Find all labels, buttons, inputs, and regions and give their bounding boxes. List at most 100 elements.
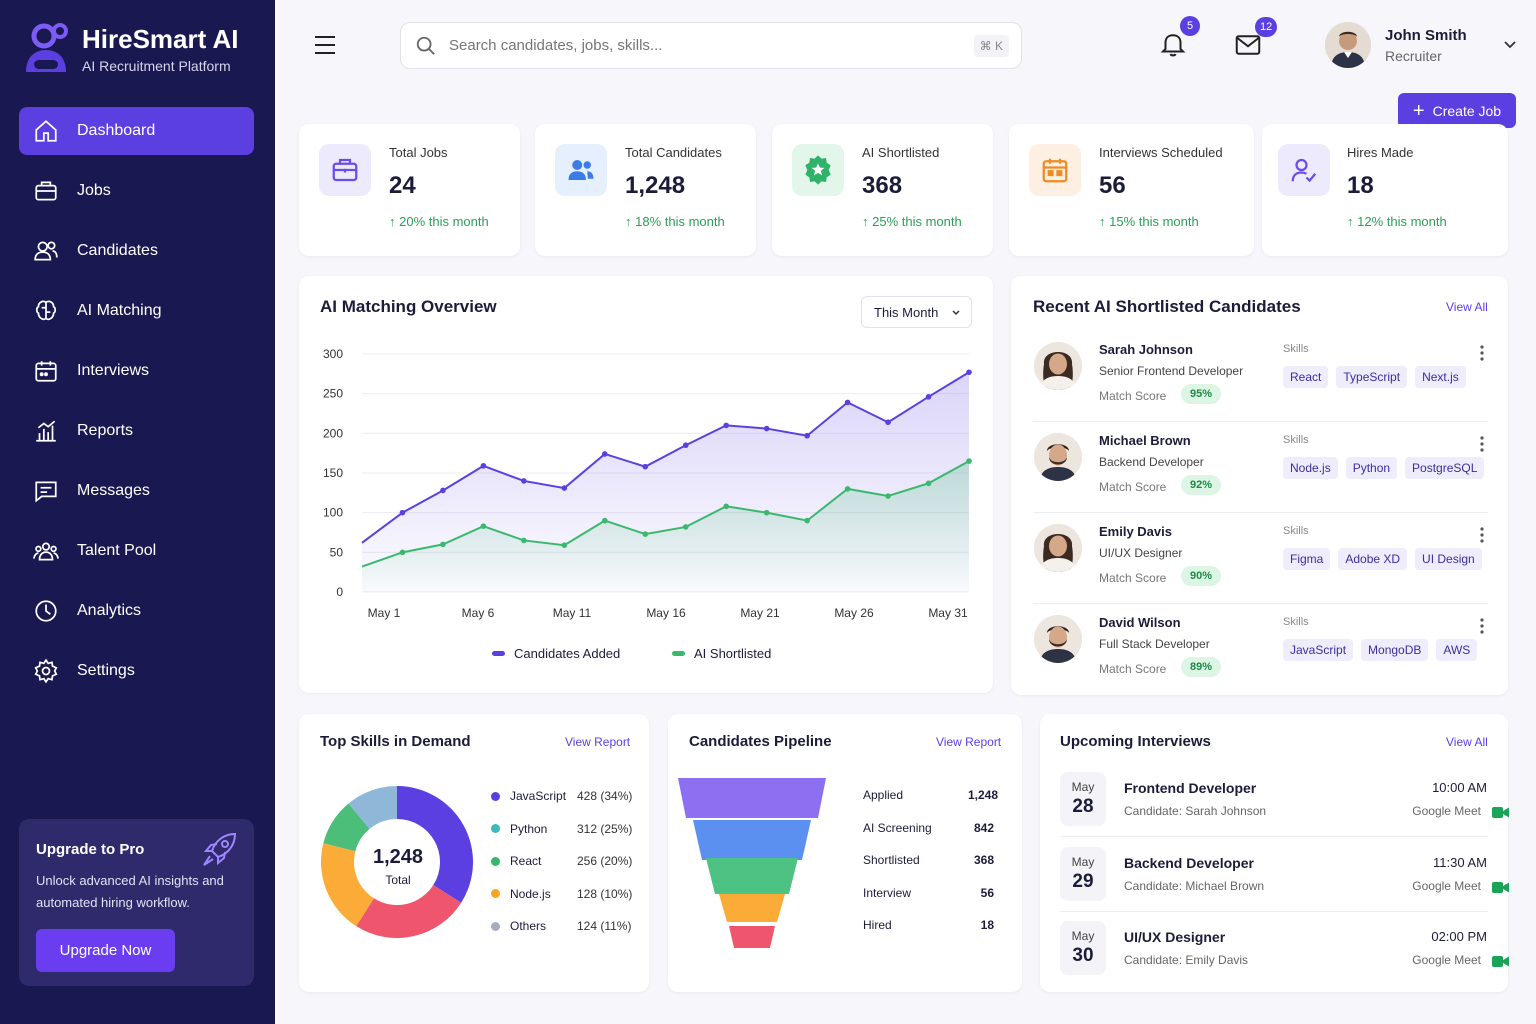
stat-change-text: 18% this month: [635, 214, 725, 229]
upgrade-now-button[interactable]: Upgrade Now: [36, 929, 175, 972]
period-dropdown[interactable]: This Month: [861, 296, 972, 328]
pipeline-stage-name: Interview: [863, 885, 912, 900]
interviews-view-all-link[interactable]: View All: [1446, 735, 1488, 749]
more-options-button[interactable]: [1479, 435, 1485, 453]
data-point: [480, 523, 487, 529]
user-menu[interactable]: John Smith Recruiter: [1325, 22, 1517, 68]
stat-value: 56: [1099, 172, 1126, 199]
y-tick-label: 300: [323, 347, 343, 361]
kebab-menu-icon: [1480, 618, 1484, 634]
search-input[interactable]: [449, 37, 929, 54]
stat-card-interviews-scheduled[interactable]: Interviews Scheduled 56 ↑ 15% this month: [1009, 124, 1254, 256]
menu-icon[interactable]: [313, 34, 337, 56]
sidebar-item-interviews[interactable]: Interviews: [19, 347, 254, 395]
funnel-stage: [693, 820, 811, 860]
interview-time: 11:30 AM: [1433, 854, 1487, 870]
row-divider: [1060, 836, 1488, 837]
calendar-icon: [1042, 158, 1068, 183]
search-shortcut: ⌘ K: [973, 35, 1009, 57]
stat-change-text: 20% this month: [399, 214, 489, 229]
recent-view-all-link[interactable]: View All: [1446, 300, 1488, 314]
skill-tag: UI Design: [1415, 548, 1482, 570]
skills-donut-chart: [321, 786, 473, 938]
stat-value: 1,248: [625, 172, 686, 199]
stat-card-hires-made[interactable]: Hires Made 18 ↑ 12% this month: [1262, 124, 1508, 256]
create-job-button[interactable]: + Create Job: [1398, 93, 1516, 128]
skill-legend-item: Node.js: [491, 887, 551, 901]
stat-card-total-candidates[interactable]: Total Candidates 1,248 ↑ 18% this month: [535, 124, 756, 256]
row-divider: [1060, 910, 1488, 912]
messages-button[interactable]: 12: [1233, 17, 1278, 64]
skill-legend-item: Others: [491, 919, 546, 933]
interview-date: May 30: [1060, 921, 1106, 975]
stat-label: Hires Made: [1347, 145, 1414, 160]
candidate-row[interactable]: Emily Davis UI/UX Designer Match Score 90% S…: [1011, 524, 1508, 615]
user-role: Recruiter: [1385, 47, 1442, 64]
legend-dot: [491, 856, 500, 866]
stat-card-ai-shortlisted[interactable]: AI Shortlisted 368 ↑ 25% this month: [772, 124, 993, 256]
stat-value: 18: [1347, 172, 1374, 199]
data-point: [925, 480, 932, 487]
calendar-icon: [35, 361, 57, 382]
data-point: [885, 419, 891, 426]
stat-change-text: 12% this month: [1357, 214, 1447, 229]
video-camera-icon: [1492, 880, 1509, 893]
candidate-row[interactable]: Michael Brown Backend Developer Match Scor…: [1011, 433, 1508, 524]
data-point: [966, 458, 972, 464]
series-line: [361, 460, 970, 568]
notifications-badge: 5: [1180, 16, 1200, 36]
sidebar-item-settings[interactable]: Settings: [19, 647, 254, 695]
data-point: [399, 509, 406, 516]
sidebar-item-talent-pool[interactable]: Talent Pool: [19, 527, 254, 575]
skill-tag: Node.js: [1283, 457, 1338, 479]
notifications-button[interactable]: 5: [1158, 16, 1200, 63]
sidebar-item-dashboard[interactable]: Dashboard: [19, 107, 254, 155]
sidebar-item-reports[interactable]: Reports: [19, 407, 254, 455]
group-icon: [33, 542, 59, 561]
x-tick-label: May 6: [462, 606, 495, 620]
skills-label: Skills: [1283, 616, 1309, 628]
candidate-name: Michael Brown: [1099, 433, 1191, 448]
legend-candidates-added: Candidates Added: [492, 646, 620, 661]
more-options-button[interactable]: [1479, 344, 1485, 362]
match-score-badge: 89%: [1181, 657, 1222, 677]
skill-value: 124 (11%): [577, 919, 632, 933]
pipeline-stage-name: Applied: [863, 788, 904, 802]
candidate-row[interactable]: David Wilson Full Stack Developer Match Sc…: [1011, 615, 1508, 706]
x-tick-label: May 11: [553, 606, 592, 620]
arrow-up-icon: ↑: [1099, 214, 1110, 229]
pipeline-stage-value: 18: [980, 918, 994, 932]
bar-chart-icon: [36, 420, 56, 442]
skill-value: 312 (25%): [577, 821, 633, 836]
interview-date: May 28: [1060, 772, 1106, 826]
stat-card-total-jobs[interactable]: Total Jobs 24 ↑ 20% this month: [299, 124, 520, 256]
skill-legend-item: Python: [491, 822, 547, 836]
donut-total: 1,248: [372, 846, 424, 868]
interview-row[interactable]: May 30 UI/UX Designer Candidate: Emily Davi…: [1060, 921, 1509, 995]
interview-row[interactable]: May 28 Frontend Developer Candidate: Sarah …: [1060, 772, 1509, 846]
sidebar-item-label: Settings: [77, 662, 135, 679]
sidebar-item-label: Candidates: [77, 242, 158, 259]
sidebar-item-jobs[interactable]: Jobs: [19, 167, 254, 215]
more-options-button[interactable]: [1479, 526, 1485, 544]
sidebar-item-analytics[interactable]: Analytics: [19, 587, 254, 635]
sidebar-item-messages[interactable]: Messages: [19, 467, 254, 515]
star-badge-icon: [805, 155, 831, 185]
user-check-icon: [1291, 158, 1317, 183]
more-options-button[interactable]: [1479, 617, 1485, 635]
stat-value: 24: [389, 172, 416, 199]
users-icon: [568, 160, 594, 180]
data-point: [844, 486, 851, 492]
skill-name: JavaScript: [510, 789, 567, 803]
candidates-pipeline-card: Candidates Pipeline View Report Applied 1…: [668, 714, 1022, 992]
data-point: [844, 399, 851, 406]
candidate-row[interactable]: Sarah Johnson Senior Frontend Developer Ma…: [1011, 342, 1508, 433]
chevron-down-icon: [952, 310, 960, 316]
arrow-up-icon: ↑: [1347, 214, 1358, 229]
interview-row[interactable]: May 29 Backend Developer Candidate: Michael…: [1060, 846, 1509, 921]
data-point: [440, 487, 446, 494]
sidebar-item-ai-matching[interactable]: AI Matching: [19, 287, 254, 335]
sidebar-item-candidates[interactable]: Candidates: [19, 227, 254, 275]
kebab-menu-icon: [1480, 527, 1484, 543]
search-bar[interactable]: ⌘ K: [400, 22, 1022, 69]
